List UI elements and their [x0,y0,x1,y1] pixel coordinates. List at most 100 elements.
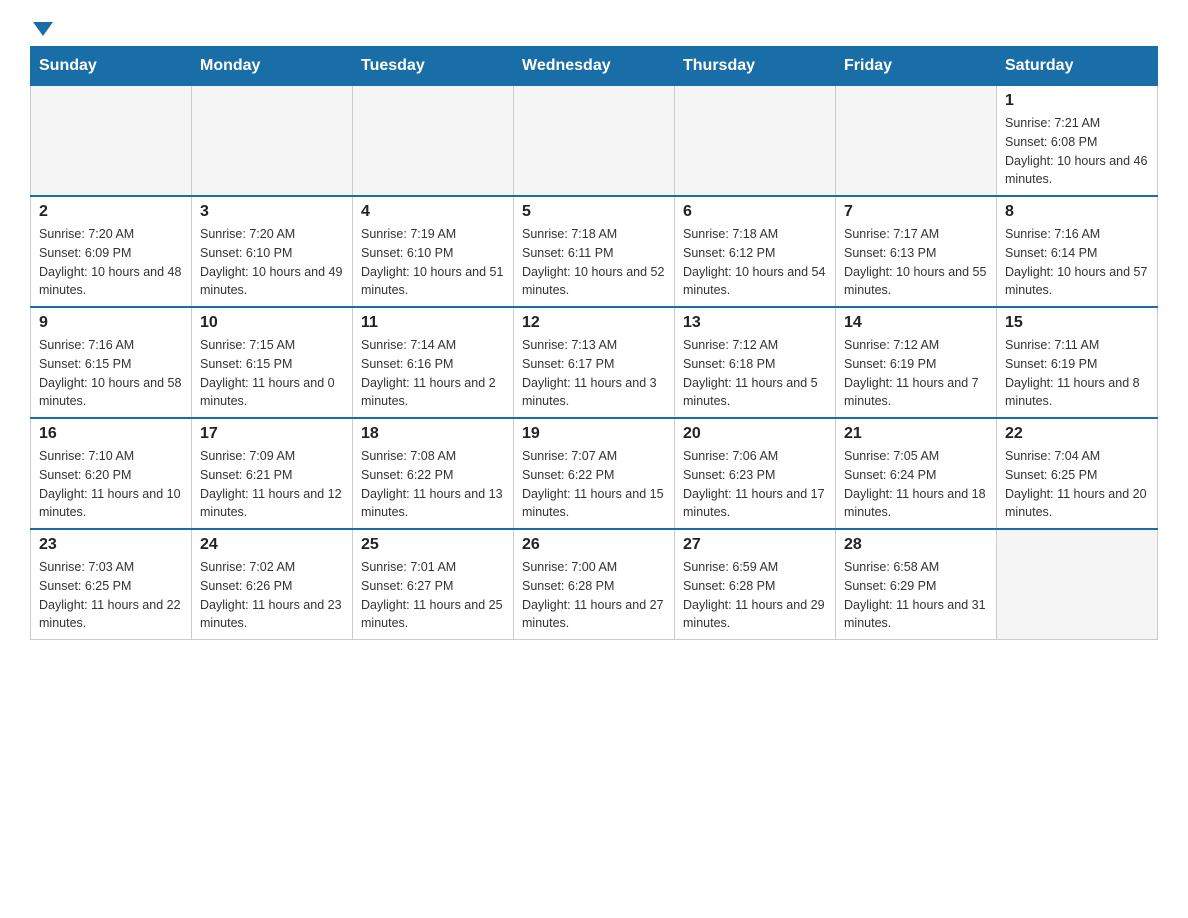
day-sun-info: Sunrise: 7:00 AMSunset: 6:28 PMDaylight:… [522,558,666,633]
day-number: 6 [683,203,827,221]
calendar-day-cell: 15 Sunrise: 7:11 AMSunset: 6:19 PMDayligh… [997,307,1158,418]
day-sun-info: Sunrise: 7:15 AMSunset: 6:15 PMDaylight:… [200,336,344,411]
day-number: 3 [200,203,344,221]
day-number: 8 [1005,203,1149,221]
day-sun-info: Sunrise: 7:13 AMSunset: 6:17 PMDaylight:… [522,336,666,411]
calendar-day-cell: 3 Sunrise: 7:20 AMSunset: 6:10 PMDaylight… [192,196,353,307]
day-number: 15 [1005,314,1149,332]
calendar-day-cell [836,86,997,197]
calendar-day-cell: 7 Sunrise: 7:17 AMSunset: 6:13 PMDaylight… [836,196,997,307]
day-sun-info: Sunrise: 7:12 AMSunset: 6:19 PMDaylight:… [844,336,988,411]
day-number: 18 [361,425,505,443]
calendar-day-cell: 18 Sunrise: 7:08 AMSunset: 6:22 PMDayligh… [353,418,514,529]
day-sun-info: Sunrise: 7:01 AMSunset: 6:27 PMDaylight:… [361,558,505,633]
day-of-week-header: Saturday [997,47,1158,86]
day-sun-info: Sunrise: 7:16 AMSunset: 6:14 PMDaylight:… [1005,225,1149,300]
logo [30,20,53,36]
calendar-day-cell [675,86,836,197]
day-sun-info: Sunrise: 7:20 AMSunset: 6:10 PMDaylight:… [200,225,344,300]
day-sun-info: Sunrise: 7:21 AMSunset: 6:08 PMDaylight:… [1005,114,1149,189]
day-sun-info: Sunrise: 7:11 AMSunset: 6:19 PMDaylight:… [1005,336,1149,411]
day-sun-info: Sunrise: 7:12 AMSunset: 6:18 PMDaylight:… [683,336,827,411]
day-number: 27 [683,536,827,554]
day-sun-info: Sunrise: 7:07 AMSunset: 6:22 PMDaylight:… [522,447,666,522]
day-sun-info: Sunrise: 7:17 AMSunset: 6:13 PMDaylight:… [844,225,988,300]
day-sun-info: Sunrise: 7:14 AMSunset: 6:16 PMDaylight:… [361,336,505,411]
day-number: 9 [39,314,183,332]
calendar-day-cell: 12 Sunrise: 7:13 AMSunset: 6:17 PMDayligh… [514,307,675,418]
calendar-day-cell: 22 Sunrise: 7:04 AMSunset: 6:25 PMDayligh… [997,418,1158,529]
day-sun-info: Sunrise: 6:58 AMSunset: 6:29 PMDaylight:… [844,558,988,633]
day-of-week-header: Tuesday [353,47,514,86]
day-sun-info: Sunrise: 7:03 AMSunset: 6:25 PMDaylight:… [39,558,183,633]
day-number: 21 [844,425,988,443]
day-sun-info: Sunrise: 7:19 AMSunset: 6:10 PMDaylight:… [361,225,505,300]
calendar-day-cell: 20Sunrise: 7:06 AMSunset: 6:23 PMDayligh… [675,418,836,529]
calendar-week-row: 1 Sunrise: 7:21 AMSunset: 6:08 PMDaylight… [31,86,1158,197]
day-of-week-header: Monday [192,47,353,86]
day-of-week-header: Sunday [31,47,192,86]
day-of-week-header: Thursday [675,47,836,86]
day-sun-info: Sunrise: 7:18 AMSunset: 6:11 PMDaylight:… [522,225,666,300]
day-sun-info: Sunrise: 7:18 AMSunset: 6:12 PMDaylight:… [683,225,827,300]
calendar-day-cell [31,86,192,197]
day-number: 19 [522,425,666,443]
calendar-day-cell: 13 Sunrise: 7:12 AMSunset: 6:18 PMDayligh… [675,307,836,418]
calendar-day-cell: 5 Sunrise: 7:18 AMSunset: 6:11 PMDaylight… [514,196,675,307]
day-number: 13 [683,314,827,332]
day-number: 12 [522,314,666,332]
calendar-day-cell: 28 Sunrise: 6:58 AMSunset: 6:29 PMDayligh… [836,529,997,640]
calendar-day-cell: 26 Sunrise: 7:00 AMSunset: 6:28 PMDayligh… [514,529,675,640]
calendar-day-cell: 8 Sunrise: 7:16 AMSunset: 6:14 PMDaylight… [997,196,1158,307]
calendar-day-cell [514,86,675,197]
day-sun-info: Sunrise: 7:20 AMSunset: 6:09 PMDaylight:… [39,225,183,300]
calendar-day-cell: 24Sunrise: 7:02 AMSunset: 6:26 PMDayligh… [192,529,353,640]
day-sun-info: Sunrise: 7:04 AMSunset: 6:25 PMDaylight:… [1005,447,1149,522]
calendar-header-row: SundayMondayTuesdayWednesdayThursdayFrid… [31,47,1158,86]
calendar-day-cell: 21Sunrise: 7:05 AMSunset: 6:24 PMDayligh… [836,418,997,529]
calendar-week-row: 23 Sunrise: 7:03 AMSunset: 6:25 PMDayligh… [31,529,1158,640]
calendar-day-cell: 4 Sunrise: 7:19 AMSunset: 6:10 PMDaylight… [353,196,514,307]
day-number: 28 [844,536,988,554]
day-number: 23 [39,536,183,554]
day-number: 20 [683,425,827,443]
day-number: 2 [39,203,183,221]
calendar-table: SundayMondayTuesdayWednesdayThursdayFrid… [30,46,1158,640]
calendar-day-cell: 10 Sunrise: 7:15 AMSunset: 6:15 PMDayligh… [192,307,353,418]
logo-arrow-icon [33,22,53,36]
calendar-day-cell [997,529,1158,640]
calendar-day-cell: 27 Sunrise: 6:59 AMSunset: 6:28 PMDayligh… [675,529,836,640]
page-header [30,20,1158,36]
day-number: 17 [200,425,344,443]
day-sun-info: Sunrise: 7:16 AMSunset: 6:15 PMDaylight:… [39,336,183,411]
calendar-day-cell: 16Sunrise: 7:10 AMSunset: 6:20 PMDayligh… [31,418,192,529]
day-sun-info: Sunrise: 7:08 AMSunset: 6:22 PMDaylight:… [361,447,505,522]
calendar-day-cell [192,86,353,197]
calendar-day-cell: 6 Sunrise: 7:18 AMSunset: 6:12 PMDaylight… [675,196,836,307]
day-number: 26 [522,536,666,554]
day-number: 14 [844,314,988,332]
day-sun-info: Sunrise: 7:09 AMSunset: 6:21 PMDaylight:… [200,447,344,522]
calendar-day-cell: 11 Sunrise: 7:14 AMSunset: 6:16 PMDayligh… [353,307,514,418]
day-number: 11 [361,314,505,332]
day-number: 4 [361,203,505,221]
day-number: 25 [361,536,505,554]
day-number: 1 [1005,92,1149,110]
calendar-day-cell: 14 Sunrise: 7:12 AMSunset: 6:19 PMDayligh… [836,307,997,418]
day-number: 16 [39,425,183,443]
day-number: 22 [1005,425,1149,443]
calendar-day-cell: 23 Sunrise: 7:03 AMSunset: 6:25 PMDayligh… [31,529,192,640]
calendar-week-row: 9 Sunrise: 7:16 AMSunset: 6:15 PMDaylight… [31,307,1158,418]
day-number: 10 [200,314,344,332]
day-number: 5 [522,203,666,221]
calendar-day-cell: 2 Sunrise: 7:20 AMSunset: 6:09 PMDaylight… [31,196,192,307]
calendar-day-cell: 19 Sunrise: 7:07 AMSunset: 6:22 PMDayligh… [514,418,675,529]
day-number: 24 [200,536,344,554]
day-number: 7 [844,203,988,221]
day-sun-info: Sunrise: 6:59 AMSunset: 6:28 PMDaylight:… [683,558,827,633]
calendar-day-cell: 17 Sunrise: 7:09 AMSunset: 6:21 PMDayligh… [192,418,353,529]
calendar-day-cell [353,86,514,197]
calendar-day-cell: 1 Sunrise: 7:21 AMSunset: 6:08 PMDaylight… [997,86,1158,197]
calendar-week-row: 16Sunrise: 7:10 AMSunset: 6:20 PMDayligh… [31,418,1158,529]
calendar-week-row: 2 Sunrise: 7:20 AMSunset: 6:09 PMDaylight… [31,196,1158,307]
